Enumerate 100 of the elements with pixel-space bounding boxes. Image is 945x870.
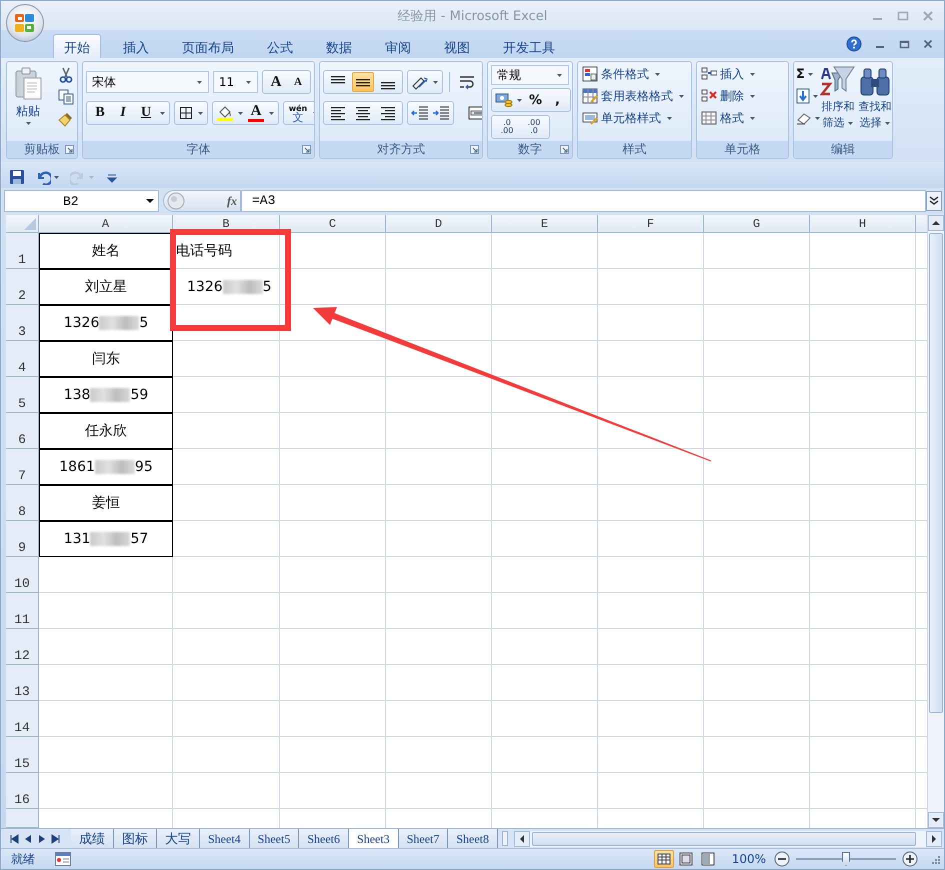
ribbon-tab[interactable]: 数据 (315, 34, 363, 58)
font-style-button[interactable]: U (136, 105, 156, 121)
ribbon-tab[interactable]: 插入 (112, 34, 160, 58)
scroll-down-icon[interactable] (928, 812, 944, 828)
sheet-tab[interactable]: 成绩 (71, 829, 114, 848)
shrink-font-button[interactable]: A (289, 76, 307, 88)
fill-color-icon[interactable] (216, 104, 234, 122)
clipboard-icon[interactable] (13, 67, 43, 101)
paste-button[interactable]: 粘贴 (10, 65, 46, 141)
fill-button[interactable] (796, 87, 818, 105)
row-header[interactable]: 11 (6, 593, 39, 629)
row-header[interactable]: 13 (6, 665, 39, 701)
caret-icon[interactable] (667, 116, 672, 120)
copy-icon[interactable] (58, 89, 74, 105)
caret-icon[interactable] (750, 116, 755, 120)
row-header[interactable]: 3 (6, 305, 39, 341)
ribbon-tab[interactable]: 页面布局 (171, 34, 245, 58)
column-header[interactable]: D (386, 215, 492, 233)
comma-style-button[interactable]: , (548, 92, 567, 108)
column-header[interactable]: E (492, 215, 598, 233)
help-icon[interactable] (846, 36, 862, 52)
caret-icon[interactable] (238, 112, 243, 114)
font-name-field[interactable]: 宋体 (86, 71, 209, 93)
delete-cells-icon[interactable] (701, 88, 717, 104)
ribbon-tab[interactable]: 开发工具 (492, 34, 566, 58)
wrap-text-icon[interactable] (458, 74, 476, 90)
sheet-tab[interactable]: Sheet7 (398, 829, 448, 848)
ribbon-tab[interactable]: 审阅 (374, 34, 422, 58)
decrease-decimal-button[interactable]: .00 .0 (522, 116, 546, 138)
sheet-tab[interactable]: Sheet6 (299, 829, 350, 848)
font-size-field[interactable]: 11 (212, 71, 258, 93)
eraser-icon[interactable] (796, 111, 812, 125)
caret-icon[interactable] (146, 199, 154, 203)
caret-icon[interactable] (246, 80, 251, 84)
brush-icon[interactable] (58, 111, 74, 127)
scroll-up-icon[interactable] (928, 215, 944, 231)
find-select-button[interactable]: 查找和 选择 (858, 65, 892, 138)
cell-brush-icon[interactable] (582, 110, 598, 126)
dialog-launcher-icon[interactable] (560, 145, 569, 154)
column-header[interactable]: H (810, 215, 916, 233)
grow-font-button[interactable]: A (266, 74, 286, 90)
sheet-tab[interactable]: 大写 (157, 829, 200, 848)
scissors-icon[interactable] (58, 67, 74, 83)
cells-menu-button[interactable]: 插入 (701, 65, 784, 83)
rules-table-icon[interactable] (582, 66, 598, 82)
font-style-button[interactable]: I (113, 105, 133, 121)
formula-bar-handle-icon[interactable] (167, 192, 185, 210)
tab-split-handle[interactable] (502, 831, 508, 846)
row-header[interactable]: 16 (6, 773, 39, 809)
sheet-tab[interactable]: Sheet3 (349, 829, 399, 848)
caret-icon[interactable] (433, 80, 438, 84)
font-style-button[interactable]: B (90, 105, 110, 121)
style-menu-button[interactable]: 条件格式 (582, 65, 687, 83)
table-brush-icon[interactable] (582, 88, 598, 104)
row-header[interactable]: 9 (6, 521, 39, 557)
style-menu-button[interactable]: 套用表格格式 (582, 87, 687, 105)
merge-cells-icon[interactable] (468, 105, 482, 121)
macro-record-icon[interactable] (55, 852, 71, 866)
caret-icon[interactable] (750, 94, 755, 98)
style-menu-button[interactable]: 单元格样式 (582, 109, 687, 127)
caret-icon[interactable] (655, 72, 660, 76)
row-header[interactable]: 7 (6, 449, 39, 485)
sheet-tab[interactable]: Sheet5 (250, 829, 300, 848)
insert-cells-icon[interactable] (701, 66, 717, 82)
caret-icon[interactable] (198, 112, 203, 114)
caret-icon[interactable] (26, 122, 30, 125)
row-header[interactable]: 15 (6, 737, 39, 773)
zoom-out-icon[interactable] (774, 851, 790, 867)
dialog-launcher-icon[interactable] (302, 145, 311, 154)
dialog-launcher-icon[interactable] (65, 145, 74, 154)
caret-icon[interactable] (848, 122, 852, 124)
close-icon[interactable] (923, 39, 934, 49)
increase-indent-icon[interactable] (432, 105, 450, 121)
expand-formula-bar-icon[interactable] (926, 190, 942, 212)
insert-function-button[interactable]: fx (227, 194, 237, 208)
row-header[interactable]: 14 (6, 701, 39, 737)
column-header[interactable]: C (280, 215, 386, 233)
caret-icon[interactable] (884, 122, 890, 124)
ribbon-tab[interactable]: 视图 (433, 34, 481, 58)
row-header[interactable]: 4 (6, 341, 39, 377)
cells-menu-button[interactable]: 格式 (701, 109, 784, 127)
grid-icon[interactable] (701, 110, 717, 126)
sheet-tab[interactable]: 图标 (114, 829, 157, 848)
caret-icon[interactable] (679, 94, 684, 98)
caret-icon[interactable] (813, 94, 818, 98)
column-header[interactable]: A (39, 215, 173, 233)
scroll-thumb[interactable] (929, 233, 943, 713)
formula-input[interactable]: =A3 (241, 190, 926, 212)
column-header[interactable]: G (704, 215, 810, 233)
row-header[interactable]: 1 (6, 233, 39, 269)
caret-icon[interactable] (196, 80, 202, 84)
currency-icon[interactable] (495, 92, 513, 108)
row-header[interactable]: 5 (6, 377, 39, 413)
cells-menu-button[interactable]: 删除 (701, 87, 784, 105)
caret-icon[interactable] (517, 98, 522, 102)
scroll-left-icon[interactable] (514, 830, 530, 846)
sheet-tab[interactable]: Sheet4 (200, 829, 250, 848)
percent-button[interactable]: % (526, 92, 545, 108)
row-header[interactable]: 12 (6, 629, 39, 665)
caret-icon[interactable] (269, 112, 274, 114)
